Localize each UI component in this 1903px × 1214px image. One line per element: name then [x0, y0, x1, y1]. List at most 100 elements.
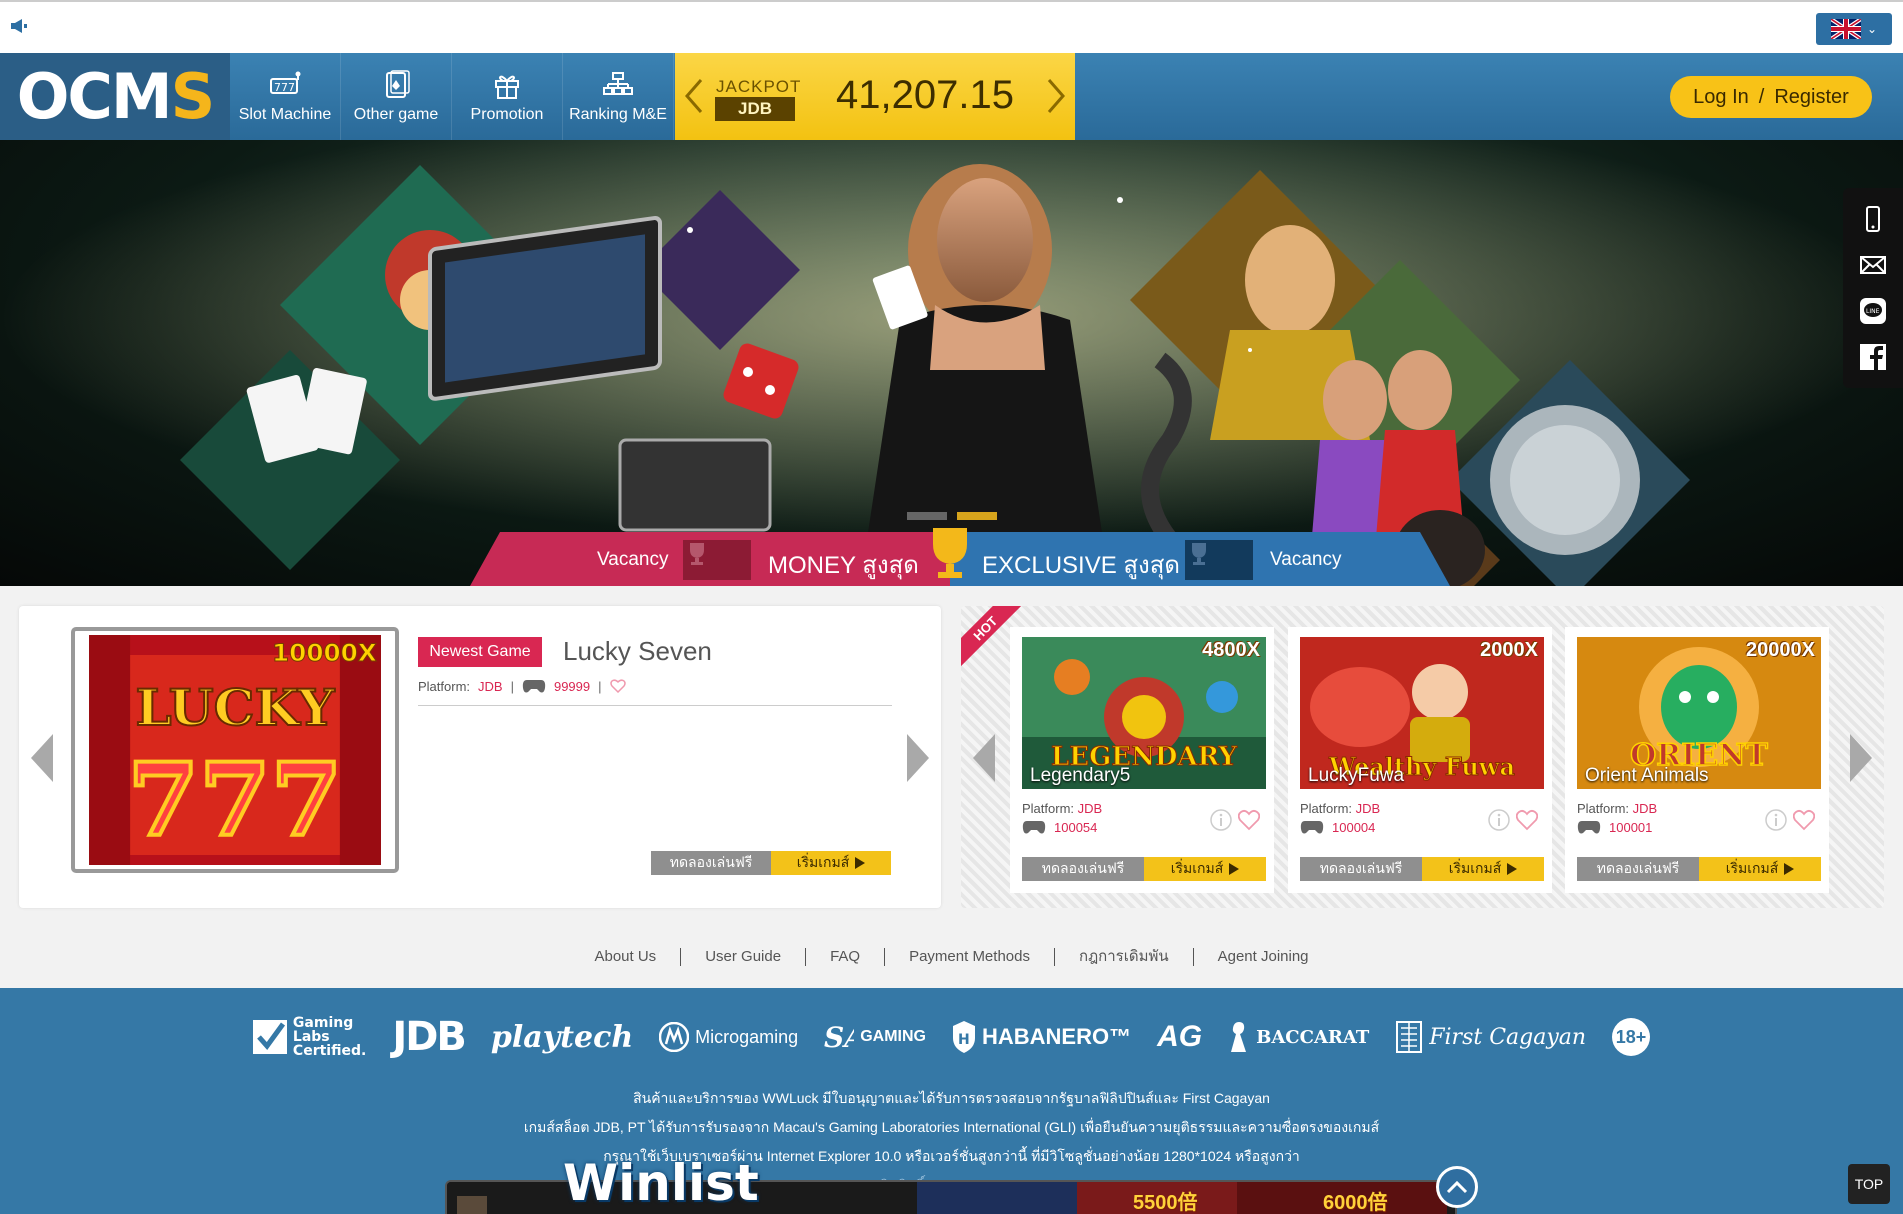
hot-next-arrow-icon[interactable]	[1848, 732, 1874, 784]
info-icon[interactable]	[1488, 809, 1510, 831]
play-icon	[1507, 863, 1518, 875]
game-name: Orient Animals	[1585, 765, 1709, 786]
start-game-label: เริ่มเกมส์	[796, 854, 850, 870]
gli-line-3: Certified.	[292, 1043, 367, 1059]
players-count: 100001	[1609, 819, 1653, 835]
gold-trophy-icon	[933, 528, 967, 578]
lucky-seven-image: 10000X LUCKY 777	[89, 635, 381, 865]
nav-promotion[interactable]: Promotion	[452, 53, 563, 140]
footer-links: About Us User Guide FAQ Payment Methods …	[0, 944, 1903, 970]
platform-label: Platform:	[1300, 801, 1353, 816]
habanero-text: HABANERO™	[981, 1024, 1132, 1049]
game-actions: ทดลองเล่นฟรี เริ่มเกมส์	[1577, 857, 1821, 881]
meta-separator: |	[510, 678, 514, 694]
trophy-icon	[690, 543, 704, 565]
notice-bar: ⌄	[0, 0, 1903, 53]
age-18-badge: 18+	[1612, 1018, 1651, 1056]
start-game-button[interactable]: เริ่มเกมส์	[1422, 857, 1544, 881]
game-platform: Platform: JDB	[1577, 801, 1657, 816]
hot-prev-arrow-icon[interactable]	[971, 732, 997, 784]
thumb-multiplier: 10000X	[272, 638, 377, 667]
sexy-baccarat-logo: BACCARAT	[1228, 1020, 1369, 1054]
game-card[interactable]: LEGENDARY 4800X Legendary5 Platform: JDB…	[1010, 627, 1274, 893]
footer-link-user-guide[interactable]: User Guide	[681, 948, 807, 966]
jackpot-prev-arrow-icon[interactable]	[683, 78, 705, 114]
footer-link-rules[interactable]: กฎการเดิมพัน	[1055, 948, 1194, 966]
play-icon	[1229, 863, 1240, 875]
nav-ranking[interactable]: Ranking M&E	[563, 53, 674, 140]
announcement-icon[interactable]	[10, 18, 28, 34]
thumb-sevens: 777	[128, 741, 343, 858]
newest-prev-arrow-icon[interactable]	[29, 732, 55, 784]
game-players: 100001	[1577, 819, 1652, 835]
newest-game-title[interactable]: Lucky Seven	[563, 636, 712, 667]
partner-logos: Gaming Labs Certified. JDB playtech Microg…	[0, 1014, 1903, 1060]
try-free-button[interactable]: ทดลองเล่นฟรี	[651, 851, 771, 875]
favorite-heart-icon[interactable]	[1238, 809, 1260, 831]
try-free-button[interactable]: ทดลองเล่นฟรี	[1300, 857, 1422, 881]
exclusive-label: EXCLUSIVE สูงสุด	[982, 552, 1180, 579]
favorite-heart-icon[interactable]	[1793, 809, 1815, 831]
newest-game-meta: Platform: JDB | 99999 |	[418, 678, 626, 694]
start-game-button[interactable]: เริ่มเกมส์	[1699, 857, 1821, 881]
login-link[interactable]: Log In	[1693, 86, 1749, 109]
favorite-heart-icon[interactable]	[1516, 809, 1538, 831]
back-to-top-button[interactable]: TOP	[1848, 1164, 1890, 1204]
banner-dot-active[interactable]	[957, 512, 997, 520]
game-multiplier: 20000X	[1746, 639, 1815, 661]
habanero-logo: H HABANERO™	[952, 1020, 1131, 1054]
svg-text:LINE: LINE	[1866, 308, 1880, 315]
nav-label: Promotion	[470, 105, 544, 123]
logo-accent: S	[170, 60, 216, 133]
line-icon[interactable]: LINE	[1859, 297, 1887, 325]
game-platform: Platform: JDB	[1300, 801, 1380, 816]
sa-gaming-logo: SA GAMING	[824, 1020, 926, 1054]
footer-link-about-us[interactable]: About Us	[570, 948, 682, 966]
mail-icon[interactable]	[1859, 251, 1887, 279]
footer-line-3: กรุณาใช้เว็บเบราเซอร์ผ่าน Internet Explo…	[603, 1148, 1300, 1164]
facebook-icon[interactable]	[1859, 343, 1887, 371]
footer-link-faq[interactable]: FAQ	[806, 948, 886, 966]
language-selector[interactable]: ⌄	[1816, 13, 1892, 45]
login-register-button[interactable]: Log In / Register	[1670, 76, 1872, 118]
game-thumbnail[interactable]: LEGENDARY 4800X Legendary5	[1022, 637, 1266, 789]
side-toolbar: LINE	[1843, 188, 1903, 388]
winlist-multiplier: 5500倍	[1133, 1192, 1198, 1214]
info-icon[interactable]	[1210, 809, 1232, 831]
favorite-heart-icon[interactable]	[609, 679, 626, 693]
register-link[interactable]: Register	[1774, 86, 1848, 109]
first-cagayan-logo: First Cagayan	[1395, 1020, 1586, 1054]
game-platform: Platform: JDB	[1022, 801, 1102, 816]
ranking-strip[interactable]: Vacancy MONEY สูงสุด EXCLUSIVE สูงสุด Va…	[470, 528, 1450, 586]
game-thumbnail[interactable]: ORIENT 20000X Orient Animals	[1577, 637, 1821, 789]
site-logo[interactable]: OCM S	[0, 53, 230, 140]
footer-link-payment-methods[interactable]: Payment Methods	[885, 948, 1055, 966]
game-card[interactable]: ORIENT 20000X Orient Animals Platform: J…	[1565, 627, 1829, 893]
try-free-button[interactable]: ทดลองเล่นฟรี	[1022, 857, 1144, 881]
mobile-icon[interactable]	[1859, 205, 1887, 233]
game-players: 100054	[1022, 819, 1097, 835]
info-icon[interactable]	[1765, 809, 1787, 831]
start-game-button[interactable]: เริ่มเกมส์	[771, 851, 891, 875]
game-thumbnail[interactable]: Wealthy Fuwa 2000X LuckyFuwa	[1300, 637, 1544, 789]
players-count: 99999	[553, 678, 591, 694]
nav-other-game[interactable]: Other game	[341, 53, 452, 140]
hero-banner[interactable]: Vacancy MONEY สูงสุด EXCLUSIVE สูงสุด Va…	[0, 140, 1903, 586]
platform-value: JDB	[1077, 801, 1103, 816]
jackpot-next-arrow-icon[interactable]	[1045, 78, 1067, 114]
shield-icon: H	[952, 1021, 975, 1053]
banner-dot[interactable]	[907, 512, 947, 520]
jackpot-value: 41,207.15	[836, 73, 1014, 117]
try-free-button[interactable]: ทดลองเล่นฟรี	[1577, 857, 1699, 881]
game-card[interactable]: Wealthy Fuwa 2000X LuckyFuwa Platform: J…	[1288, 627, 1552, 893]
newest-game-thumbnail[interactable]: 10000X LUCKY 777	[71, 627, 399, 873]
nav-slot-machine[interactable]: 777 Slot Machine	[230, 53, 341, 140]
footer-link-agent-joining[interactable]: Agent Joining	[1194, 948, 1333, 966]
footer-line-1: สินค้าและบริการของ WWLuck มีใบอนุญาตและไ…	[633, 1090, 1270, 1106]
start-game-label: เริ่มเกมส์	[1448, 860, 1502, 876]
flag-uk-icon	[1830, 19, 1861, 39]
newest-next-arrow-icon[interactable]	[905, 732, 931, 784]
svg-text:H: H	[958, 1032, 970, 1048]
start-game-button[interactable]: เริ่มเกมส์	[1144, 857, 1266, 881]
scroll-up-button[interactable]	[1436, 1166, 1478, 1208]
